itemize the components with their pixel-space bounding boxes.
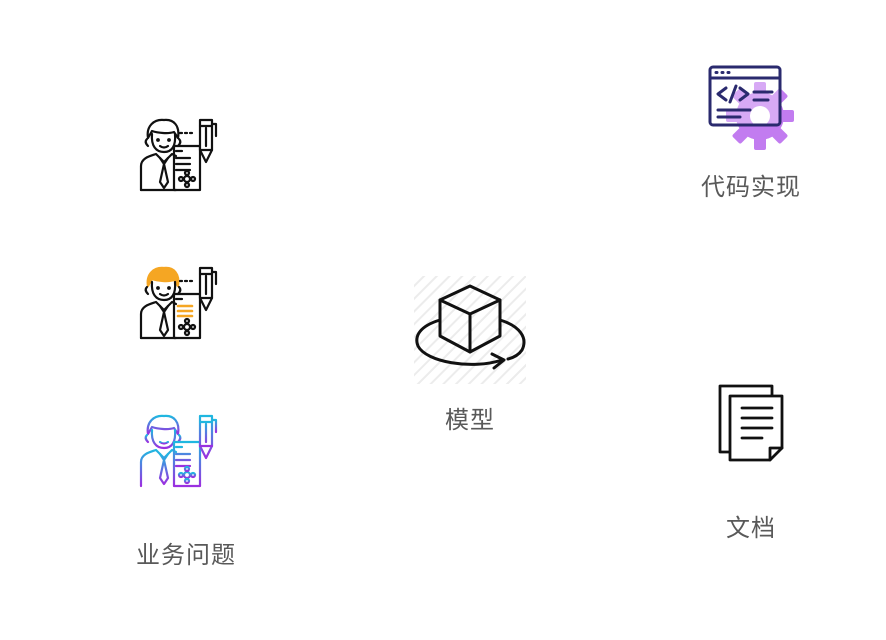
code-window-gear-icon [706,64,798,156]
code-implementation-label: 代码实现 [701,173,801,201]
business-problem-label: 业务问题 [136,541,236,569]
documents-icon [716,382,786,464]
documents-label: 文档 [726,514,776,542]
cube-rotate-icon [412,274,528,386]
person-document-pen-icon-gradient [138,412,218,490]
person-document-pen-icon-black [138,116,218,194]
model-label: 模型 [445,406,495,434]
person-document-pen-icon-orange [138,264,218,342]
